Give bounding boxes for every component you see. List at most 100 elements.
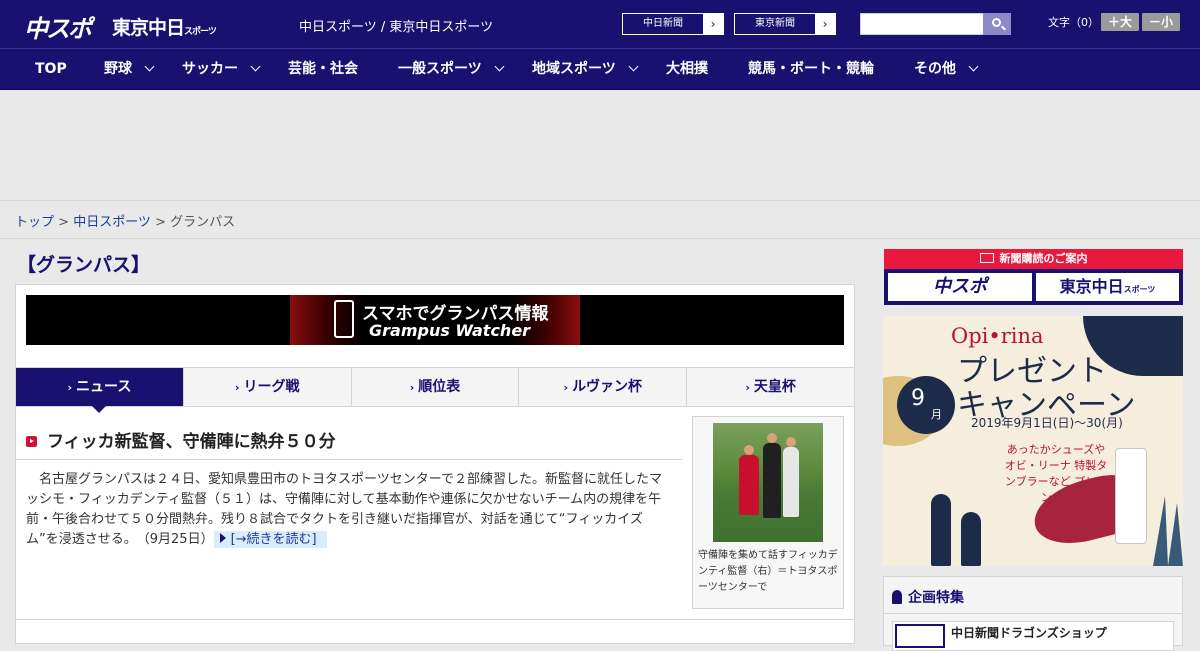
nav-item-general-sports[interactable]: 一般スポーツ (398, 49, 505, 90)
tab-standings[interactable]: › 順位表 (352, 368, 520, 406)
chevron-down-icon (968, 61, 979, 72)
divider (16, 619, 854, 620)
subscription-box: 新聞購読のご案内 中スポ 東京中日スポーツ (884, 249, 1183, 305)
newspaper-icon (979, 253, 994, 263)
nav-item-racing[interactable]: 競馬・ボート・競輪 (748, 49, 874, 90)
breadcrumb-separator: > (54, 215, 74, 230)
month-unit: 月 (931, 408, 942, 421)
subscription-heading: 新聞購読のご案内 (884, 249, 1183, 269)
subscribe-tokyo-small: スポーツ (1123, 285, 1156, 294)
article-title-text: フィッカ新監督、守備陣に熱弁５０分 (47, 432, 336, 452)
nav-label: 野球 (104, 61, 132, 77)
chevron-right-icon: › (563, 381, 569, 394)
font-size-label: 文字（0） (1048, 16, 1099, 29)
smartphone-icon (334, 300, 354, 338)
feature-item-dragons-shop[interactable]: 中日新聞ドラゴンズショップ (892, 621, 1174, 651)
nav-label: 地域スポーツ (532, 61, 616, 77)
site-header: 中スポ 東京中日スポーツ 中日スポーツ / 東京中日スポーツ 中日新聞 › 東京… (0, 0, 1200, 48)
chevron-down-icon (250, 61, 261, 72)
read-more-link[interactable]: [→続きを読む] (213, 531, 327, 548)
tokyo-shimbun-link[interactable]: 東京新聞 › (734, 13, 836, 35)
month-number: 9 (911, 386, 925, 411)
chevron-right-icon: › (815, 14, 835, 34)
category-tabs: › ニュース › リーグ戦 › 順位表 › ルヴァン杯 › 天皇杯 (16, 367, 854, 413)
banner-subline: Grampus Watcher (369, 321, 531, 340)
tab-emperors-cup[interactable]: › 天皇杯 (687, 368, 854, 406)
tab-news[interactable]: › ニュース (16, 368, 184, 413)
breadcrumb-current: グランパス (170, 215, 236, 230)
tumbler-product-image (1115, 448, 1147, 544)
divider (16, 459, 682, 460)
opirina-campaign-ad[interactable]: 9 月 Opi•rina プレゼント キャンペーン 2019年9月1日(日)〜3… (883, 316, 1183, 566)
tokyo-chunichi-logo[interactable]: 東京中日スポーツ (112, 13, 217, 40)
breadcrumb-separator: > (150, 215, 171, 230)
tab-label: 天皇杯 (753, 379, 796, 395)
grampus-watcher-banner[interactable]: スマホでグランパス情報 Grampus Watcher (26, 295, 844, 345)
search-input[interactable] (860, 13, 984, 35)
feature-item-label: 中日新聞ドラゴンズショップ (951, 626, 1107, 640)
article-text: 名古屋グランパスは２４日、愛知県豊田市のトヨタスポーツセンターで２部練習した。新… (26, 472, 662, 547)
chevron-right-icon: › (745, 381, 750, 394)
nav-item-other[interactable]: その他 (914, 49, 979, 90)
rabbit-icon (961, 512, 981, 566)
ad-space (0, 90, 1200, 201)
site-title: 中日スポーツ / 東京中日スポーツ (299, 20, 494, 35)
subscribe-chuspo-button[interactable]: 中スポ (888, 273, 1032, 301)
nav-item-top[interactable]: TOP (35, 49, 67, 90)
chevron-right-icon: › (409, 381, 415, 394)
month-badge: 9 月 (897, 376, 955, 434)
tokyo-logo-text: 東京中日 (112, 17, 185, 39)
ribbon-icon (892, 590, 902, 604)
nav-label: サッカー (182, 61, 238, 77)
nav-label: 芸能・社会 (288, 61, 358, 77)
chunichi-shimbun-link[interactable]: 中日新聞 › (622, 13, 724, 35)
player-head (744, 445, 754, 455)
subscription-heading-text: 新聞購読のご案内 (999, 252, 1088, 265)
nav-label: その他 (914, 61, 956, 77)
search-button[interactable] (983, 13, 1011, 35)
font-smaller-button[interactable]: －小 (1142, 13, 1180, 31)
breadcrumb: トップ > 中日スポーツ > グランパス (15, 211, 235, 230)
subscribe-tokyo-button[interactable]: 東京中日スポーツ (1036, 273, 1179, 301)
chevron-right-icon: › (234, 381, 240, 394)
chevron-right-icon: › (703, 14, 723, 34)
tokyo-shimbun-label: 東京新聞 (755, 18, 795, 29)
player-figure (763, 443, 781, 518)
tab-levain-cup[interactable]: › ルヴァン杯 (519, 368, 688, 406)
player-figure (739, 455, 759, 515)
chevron-right-icon: › (67, 381, 73, 394)
nav-label: 一般スポーツ (398, 61, 482, 77)
tab-league[interactable]: › リーグ戦 (184, 368, 352, 406)
divider (884, 613, 1182, 614)
chevron-down-icon (144, 61, 155, 72)
feature-heading-text: 企画特集 (908, 590, 964, 606)
photo-caption: 守備陣を集めて話すフィッカデンティ監督（右）＝トヨタスポーツセンターで (698, 550, 838, 593)
chevron-down-icon (628, 61, 639, 72)
campaign-dates: 2019年9月1日(日)〜30(月) (971, 416, 1123, 430)
search-icon (992, 18, 1001, 27)
breadcrumb-chunichi-sports[interactable]: 中日スポーツ (73, 215, 151, 230)
nav-item-soccer[interactable]: サッカー (182, 49, 261, 90)
player-figure (783, 447, 799, 517)
nav-item-baseball[interactable]: 野球 (104, 49, 155, 90)
nav-item-local-sports[interactable]: 地域スポーツ (532, 49, 639, 90)
feature-box: 企画特集 中日新聞ドラゴンズショップ (883, 576, 1183, 651)
font-larger-button[interactable]: ＋大 (1101, 13, 1139, 31)
feature-heading: 企画特集 (892, 587, 964, 607)
nav-item-entertainment[interactable]: 芸能・社会 (288, 49, 358, 90)
chuspo-logo[interactable]: 中スポ (24, 9, 92, 44)
tab-label: ルヴァン杯 (572, 379, 643, 395)
tab-label: ニュース (76, 379, 132, 395)
player-head (767, 433, 777, 443)
tokyo-logo-small: スポーツ (184, 27, 217, 37)
rabbit-icon (931, 494, 951, 566)
campaign-brand: Opi•rina (951, 324, 1044, 348)
article-photo-card[interactable]: 守備陣を集めて話すフィッカデンティ監督（右）＝トヨタスポーツセンターで (692, 416, 844, 609)
article-date: （9月25日） (143, 532, 214, 547)
article-title[interactable]: フィッカ新監督、守備陣に熱弁５０分 (26, 427, 336, 452)
breadcrumb-top[interactable]: トップ (15, 215, 54, 230)
chevron-down-icon (494, 61, 505, 72)
nav-item-sumo[interactable]: 大相撲 (666, 49, 708, 90)
feature-thumbnail (895, 624, 945, 648)
nav-label: TOP (35, 61, 67, 77)
